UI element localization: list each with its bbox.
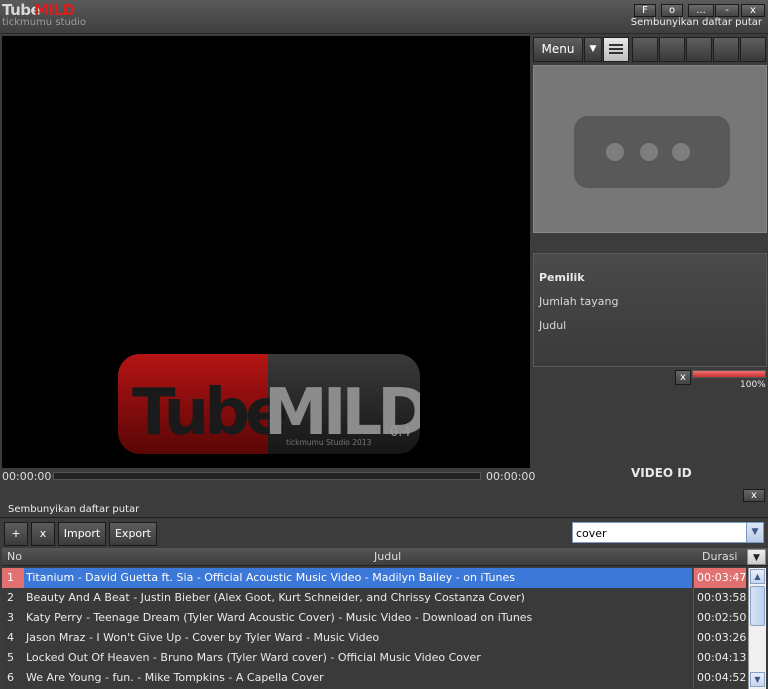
video-id-label: VIDEO ID xyxy=(631,466,692,480)
hide-playlist-label[interactable]: Sembunyikan daftar putar xyxy=(8,504,139,515)
splash-version: 0.4 xyxy=(390,425,411,440)
export-button[interactable]: Export xyxy=(109,522,157,546)
scroll-down-icon[interactable]: ▼ xyxy=(750,672,765,687)
tubemild-splash-logo: Tube MILD 0.4 tickmumu Studio 2013 xyxy=(118,354,420,454)
menu-button[interactable]: Menu xyxy=(533,37,583,62)
row-number: 1 xyxy=(2,568,24,588)
loading-dot xyxy=(672,143,690,161)
search-input[interactable] xyxy=(576,525,746,541)
row-duration: 00:04:13 xyxy=(693,648,746,668)
row-title: Locked Out Of Heaven - Bruno Mars (Tyler… xyxy=(26,651,481,664)
table-row[interactable]: 5 Locked Out Of Heaven - Bruno Mars (Tyl… xyxy=(2,648,746,668)
menu-dropdown-button[interactable]: ▼ xyxy=(584,37,602,62)
column-header-no[interactable]: No xyxy=(7,550,22,563)
scroll-thumb[interactable] xyxy=(750,586,765,626)
row-duration: 00:03:26 xyxy=(693,628,746,648)
list-icon xyxy=(609,44,623,54)
volume-fill xyxy=(693,371,765,377)
search-dropdown-button[interactable]: ▼ xyxy=(746,523,763,542)
add-item-button[interactable]: + xyxy=(4,522,28,546)
app-logo-subtitle: tickmumu studio xyxy=(2,17,87,28)
row-title: Titanium - David Guetta ft. Sia - Offici… xyxy=(24,568,692,588)
seek-bar[interactable] xyxy=(53,472,481,480)
playlist-scrollbar[interactable]: ▲ ▼ xyxy=(748,568,766,689)
table-row[interactable]: 6 We Are Young - fun. - Mike Tompkins - … xyxy=(2,668,746,688)
options-button[interactable]: o xyxy=(661,4,683,17)
loading-dot xyxy=(640,143,658,161)
volume-percent: 100% xyxy=(740,380,766,390)
row-title: Katy Perry - Teenage Dream (Tyler Ward A… xyxy=(26,611,533,624)
side-toolbar: Menu ▼ xyxy=(533,37,767,63)
toolbar-slot-1[interactable] xyxy=(632,37,658,62)
loading-dot xyxy=(606,143,624,161)
import-button[interactable]: Import xyxy=(58,522,106,546)
row-title: Beauty And A Beat - Justin Bieber (Alex … xyxy=(26,591,525,604)
table-row[interactable]: 1 Titanium - David Guetta ft. Sia - Offi… xyxy=(2,568,746,588)
loading-icon xyxy=(574,116,730,188)
row-title: Jason Mraz - I Won't Give Up - Cover by … xyxy=(26,631,380,644)
title-bar: Tube MILD tickmumu studio F o ... - x Se… xyxy=(0,0,768,34)
scroll-up-icon[interactable]: ▲ xyxy=(750,569,765,584)
owner-label: Pemilik xyxy=(539,271,585,284)
mute-button[interactable]: x xyxy=(675,370,691,385)
table-row[interactable]: 2 Beauty And A Beat - Justin Bieber (Ale… xyxy=(2,588,746,608)
row-number: 5 xyxy=(7,651,14,664)
playlist-search-combo[interactable]: ▼ xyxy=(572,522,764,543)
playlist-table: No Judul Durasi ▼ 1 Titanium - David Gue… xyxy=(2,548,768,689)
time-elapsed: 00:00:00 xyxy=(2,470,52,483)
row-title: We Are Young - fun. - Mike Tompkins - A … xyxy=(26,671,324,684)
row-number: 3 xyxy=(7,611,14,624)
video-player[interactable]: Tube MILD 0.4 tickmumu Studio 2013 xyxy=(2,36,530,468)
toolbar-slot-3[interactable] xyxy=(686,37,712,62)
row-number: 6 xyxy=(7,671,14,684)
views-label: Jumlah tayang xyxy=(539,295,619,308)
time-total: 00:00:00 xyxy=(486,470,536,483)
remove-item-button[interactable]: x xyxy=(31,522,55,546)
playlist-close-button[interactable]: x xyxy=(743,489,765,502)
fullscreen-button[interactable]: F xyxy=(634,4,656,17)
column-menu-button[interactable]: ▼ xyxy=(747,549,766,565)
table-header: No Judul Durasi ▼ xyxy=(2,548,768,566)
splash-text-main: Tube xyxy=(132,376,286,450)
splash-credit: tickmumu Studio 2013 xyxy=(286,438,372,447)
minimize-button[interactable]: - xyxy=(715,4,739,17)
hide-playlist-link[interactable]: Sembunyikan daftar putar xyxy=(631,17,762,28)
toolbar-slot-4[interactable] xyxy=(713,37,739,62)
row-number: 4 xyxy=(7,631,14,644)
close-window-button[interactable]: x xyxy=(741,4,765,17)
more-button[interactable]: ... xyxy=(688,4,714,17)
row-duration: 00:03:47 xyxy=(693,568,746,588)
playlist-divider xyxy=(0,517,768,518)
video-thumbnail xyxy=(533,65,767,233)
table-row[interactable]: 3 Katy Perry - Teenage Dream (Tyler Ward… xyxy=(2,608,746,628)
row-number: 2 xyxy=(7,591,14,604)
playlist-toggle-button[interactable] xyxy=(603,37,629,62)
row-duration: 00:02:50 xyxy=(693,608,746,628)
volume-slider[interactable] xyxy=(692,370,766,378)
row-duration: 00:03:58 xyxy=(693,588,746,608)
column-header-duration[interactable]: Durasi xyxy=(702,550,738,563)
table-row[interactable]: 4 Jason Mraz - I Won't Give Up - Cover b… xyxy=(2,628,746,648)
video-info-panel: Pemilik Jumlah tayang Judul xyxy=(533,253,767,367)
toolbar-slot-2[interactable] xyxy=(659,37,685,62)
title-label: Judul xyxy=(539,319,567,332)
column-header-title[interactable]: Judul xyxy=(374,550,401,563)
row-duration: 00:04:52 xyxy=(693,668,746,688)
toolbar-slot-5[interactable] xyxy=(740,37,766,62)
